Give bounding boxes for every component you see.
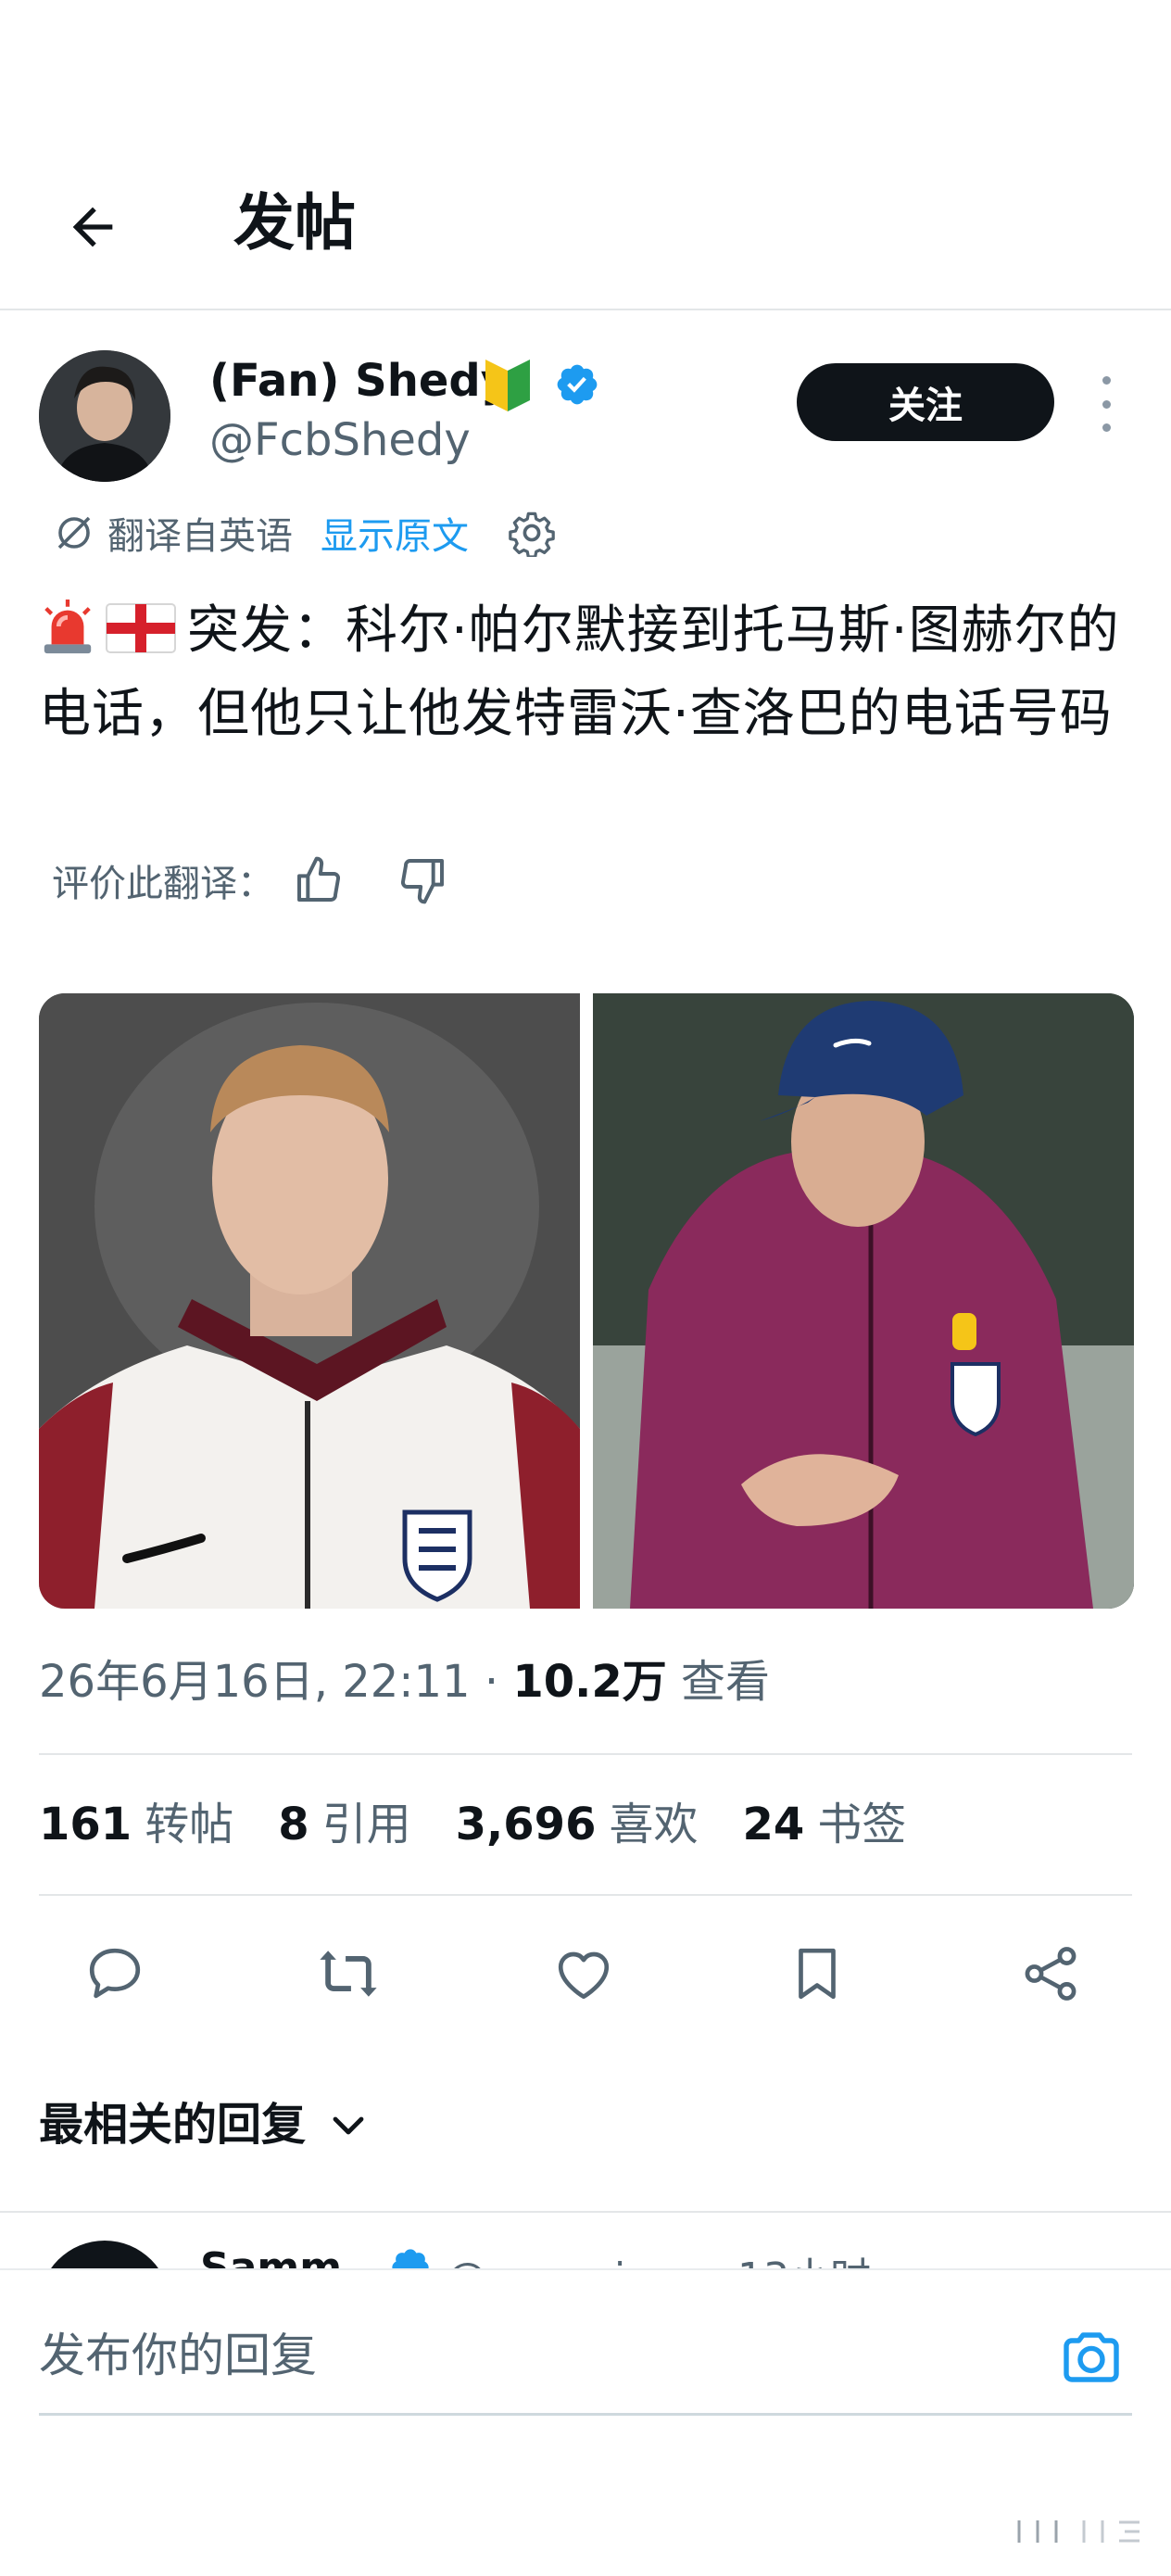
header-divider [0, 309, 1171, 310]
post-meta: 26年6月16日, 22:11 · 10.2万 查看 [39, 1653, 770, 1711]
follow-button[interactable]: 关注 [797, 363, 1054, 441]
quotes-count: 8 [278, 1799, 309, 1850]
likes-count: 3,696 [455, 1799, 597, 1850]
player-photo [39, 993, 580, 1609]
author-handle[interactable]: @FcbShedy [209, 411, 471, 469]
replies-divider [0, 2211, 1171, 2213]
repost-button[interactable] [313, 1938, 384, 2009]
keyboard-toggle-icon[interactable] [1010, 2513, 1149, 2550]
share-button[interactable] [1015, 1938, 1086, 2009]
quotes-label: 引用 [321, 1799, 411, 1850]
translated-from-label: 翻译自英语 [107, 515, 293, 558]
post-image-right[interactable] [593, 993, 1134, 1609]
comment-icon [89, 1948, 141, 1999]
quotes-stat[interactable]: 8 引用 [278, 1796, 410, 1853]
meta-divider [39, 1753, 1132, 1755]
share-icon [1025, 1947, 1077, 2001]
back-button[interactable] [56, 190, 130, 264]
bookmarks-label: 书签 [817, 1799, 907, 1850]
gear-icon[interactable] [508, 509, 556, 557]
rate-translation-label: 评价此翻译： [52, 863, 274, 905]
page-title: 发帖 [233, 187, 356, 259]
bookmarks-count: 24 [742, 1799, 805, 1850]
camera-icon[interactable] [1058, 2324, 1125, 2391]
avatar-image [39, 350, 170, 482]
more-dot-icon [1102, 399, 1111, 409]
coach-photo [593, 993, 1134, 1609]
thumbs-up-icon[interactable] [293, 854, 345, 906]
view-label: 查看 [681, 1656, 771, 1708]
reply-sort-label: 最相关的回复 [39, 2099, 307, 2151]
translate-icon [57, 516, 91, 549]
rate-translation-bar: 评价此翻译： [52, 852, 448, 908]
heart-icon [558, 1951, 610, 2000]
translation-bar: 翻译自英语 显示原文 [52, 505, 556, 561]
top-app-bar: 发帖 [0, 139, 1171, 310]
reposts-label: 转帖 [145, 1799, 234, 1850]
action-bar [0, 1929, 1171, 2013]
like-button[interactable] [548, 1938, 619, 2009]
more-dot-icon [1102, 376, 1111, 385]
show-original-link[interactable]: 显示原文 [321, 506, 469, 560]
bookmarks-stat[interactable]: 24 书签 [742, 1796, 906, 1853]
author-display-name[interactable]: (Fan) Shedy [209, 352, 510, 410]
view-count: 10.2万 [512, 1656, 667, 1708]
reposts-count: 161 [39, 1799, 132, 1850]
reply-sort-selector[interactable]: 最相关的回复 [39, 2096, 371, 2153]
likes-label: 喜欢 [609, 1799, 699, 1850]
bookmark-button[interactable] [782, 1938, 852, 2009]
verified-badge-icon [557, 364, 598, 405]
reply-composer: 发布你的回复 [0, 2268, 1171, 2576]
reply-input[interactable]: 发布你的回复 [39, 2326, 317, 2386]
post-text-body: 突发：科尔·帕尔默接到托马斯·图赫尔的电话，但他只让他发特雷沃·查洛巴的电话号码 [39, 600, 1120, 744]
engagement-stats: 161 转帖 8 引用 3,696 喜欢 24 书签 [39, 1796, 951, 1853]
meta-separator: · [484, 1656, 499, 1708]
repost-icon [320, 1951, 377, 1997]
post-image-left[interactable] [39, 993, 580, 1609]
thumbs-down-icon[interactable] [397, 854, 448, 906]
composer-underline [39, 2413, 1132, 2416]
post-date: 26年6月16日, 22:11 [39, 1656, 471, 1708]
author-avatar[interactable] [39, 350, 170, 482]
england-flag-emoji-icon [106, 603, 176, 653]
more-options-button[interactable] [1095, 376, 1117, 432]
beginner-badge-icon [485, 360, 530, 411]
more-dot-icon [1102, 423, 1111, 432]
chevron-down-icon [333, 2116, 364, 2135]
post-text: 突发：科尔·帕尔默接到托马斯·图赫尔的电话，但他只让他发特雷沃·查洛巴的电话号码 [39, 589, 1141, 756]
bookmark-icon [799, 1948, 836, 2000]
police-light-emoji-icon [44, 599, 92, 654]
reposts-stat[interactable]: 161 转帖 [39, 1796, 233, 1853]
stats-divider [39, 1894, 1132, 1896]
likes-stat[interactable]: 3,696 喜欢 [456, 1796, 699, 1853]
reply-button[interactable] [80, 1938, 150, 2009]
arrow-left-icon [72, 207, 113, 247]
